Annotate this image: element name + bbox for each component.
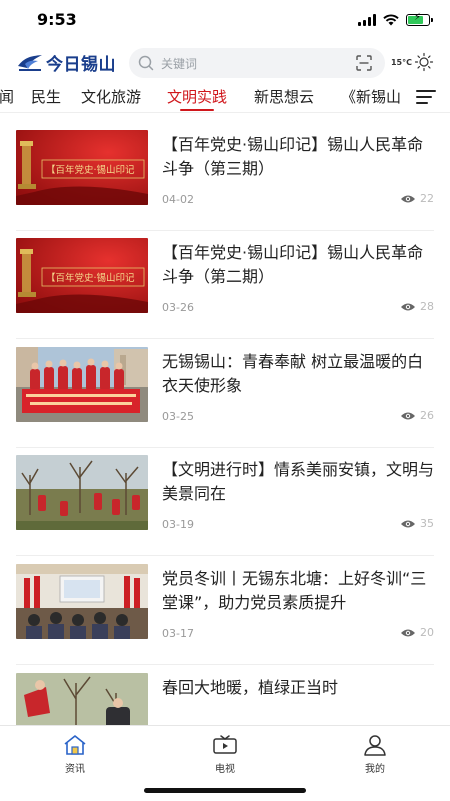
channel-menu-icon[interactable] (416, 90, 436, 104)
news-item[interactable]: 党员冬训丨无锡东北塘：上好冬训“三堂课”，助力党员素质提升 03-17 20 (16, 557, 434, 665)
battery-icon: ⚡ (406, 12, 433, 26)
app-header: 今日锡山 关键词 15°C (0, 44, 450, 82)
tab-civilization-practice[interactable]: 文明实践 (167, 86, 227, 107)
divider (16, 664, 434, 665)
tab-livelihood[interactable]: 民生 (31, 86, 61, 107)
views-count: 26 (420, 409, 434, 422)
home-indicator (144, 788, 306, 793)
news-thumbnail (16, 564, 148, 639)
tv-icon (213, 735, 237, 754)
logo-text: 今日锡山 (46, 55, 116, 75)
eye-icon (401, 629, 415, 636)
eye-icon (401, 412, 415, 419)
sun-icon (414, 52, 434, 72)
logo-bird-icon (18, 54, 42, 71)
thumb-caption: 【百年党史·锡山印记 (46, 164, 135, 176)
nav-label: 电视 (215, 764, 235, 775)
news-title: 【百年党史·锡山印记】锡山人民革命斗争（第二期） (162, 243, 424, 286)
nav-label: 资讯 (65, 764, 85, 775)
news-item[interactable]: 【百年党史·锡山印记 【百年党史·锡山印记】锡山人民革命斗争（第三期） 04-0… (16, 123, 434, 231)
status-time: 9:53 (37, 10, 77, 29)
news-item[interactable]: 【文明进行时】情系美丽安镇，文明与美景同在 03-19 35 (16, 448, 434, 556)
scan-icon[interactable] (355, 54, 373, 72)
news-item[interactable]: 【百年党史·锡山印记 【百年党史·锡山印记】锡山人民革命斗争（第二期） 03-2… (16, 231, 434, 339)
search-input[interactable]: 关键词 (129, 48, 385, 78)
news-date: 03-26 (162, 301, 194, 314)
news-item[interactable]: 无锡锡山：青春奉献 树立最温暖的白衣天使形象 03-25 26 (16, 340, 434, 448)
divider (16, 555, 434, 556)
views-count: 22 (420, 192, 434, 205)
news-thumbnail: 【百年党史·锡山印记 (16, 130, 148, 205)
status-icons: ⚡ (358, 12, 433, 26)
news-thumbnail: 【百年党史·锡山印记 (16, 238, 148, 313)
views-count: 20 (420, 626, 434, 639)
tab-culture-tourism[interactable]: 文化旅游 (81, 86, 141, 107)
news-views: 35 (400, 517, 434, 530)
wifi-icon (383, 14, 399, 26)
news-date: 04-02 (162, 193, 194, 206)
tab-news[interactable]: 闻 (0, 86, 14, 107)
views-count: 35 (420, 517, 434, 530)
news-title: 党员冬训丨无锡东北塘：上好冬训“三堂课”，助力党员素质提升 (162, 569, 427, 612)
eye-icon (401, 303, 415, 310)
nav-item-mine[interactable]: 我的 (345, 734, 405, 775)
weather-temp: 15°C (390, 57, 412, 67)
tab-new-thought-cloud[interactable]: 新思想云 (254, 86, 314, 107)
news-thumbnail (16, 347, 148, 422)
news-date: 03-17 (162, 627, 194, 640)
news-feed: 【百年党史·锡山印记 【百年党史·锡山印记】锡山人民革命斗争（第三期） 04-0… (0, 112, 450, 725)
views-count: 28 (420, 300, 434, 313)
weather-widget[interactable]: 15°C (391, 52, 434, 72)
thumb-caption: 【百年党史·锡山印记 (46, 272, 135, 284)
news-thumbnail (16, 673, 148, 725)
tab-new-xishan[interactable]: 《新锡山 (341, 86, 401, 107)
news-thumbnail (16, 455, 148, 530)
eye-icon (401, 195, 415, 202)
news-item[interactable]: 春回大地暖，植绿正当时 (16, 666, 434, 725)
news-views: 28 (400, 300, 434, 313)
news-title: 【百年党史·锡山印记】锡山人民革命斗争（第三期） (162, 135, 424, 178)
status-bar: 9:53 ⚡ (0, 0, 450, 44)
news-views: 26 (400, 409, 434, 422)
news-views: 22 (400, 192, 434, 205)
divider (16, 338, 434, 339)
active-tab-indicator (180, 109, 214, 111)
nav-item-tv[interactable]: 电视 (195, 734, 255, 775)
cellular-signal-icon (358, 14, 376, 26)
news-views: 20 (400, 626, 434, 639)
app-logo: 今日锡山 (16, 50, 116, 75)
nav-item-news[interactable]: 资讯 (45, 734, 105, 775)
category-tabs: 闻 民生 文化旅游 文明实践 新思想云 《新锡山 (0, 82, 450, 113)
news-date: 03-25 (162, 410, 194, 423)
news-title: 春回大地暖，植绿正当时 (162, 678, 339, 697)
search-placeholder: 关键词 (161, 56, 198, 71)
home-icon (64, 735, 86, 755)
user-icon (364, 735, 386, 756)
news-title: 无锡锡山：青春奉献 树立最温暖的白衣天使形象 (162, 352, 424, 395)
news-title: 【文明进行时】情系美丽安镇，文明与美景同在 (162, 460, 435, 503)
news-date: 03-19 (162, 518, 194, 531)
eye-icon (401, 520, 415, 527)
nav-label: 我的 (365, 764, 385, 775)
search-icon (138, 55, 154, 71)
